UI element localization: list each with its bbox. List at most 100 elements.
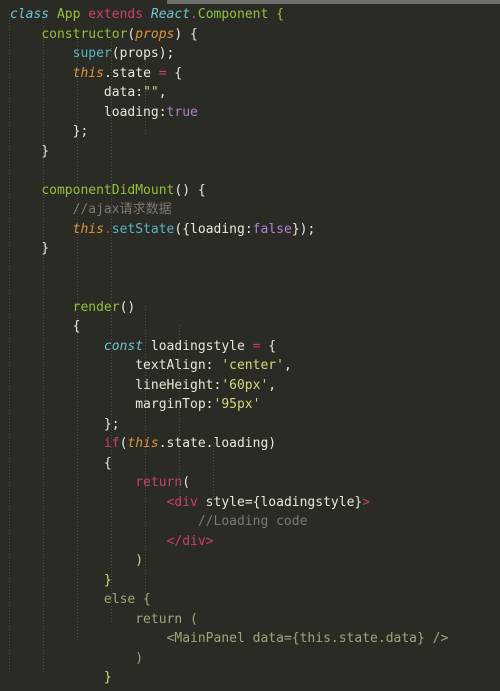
code-token: ) — [135, 650, 144, 666]
code-token: .state — [103, 65, 159, 81]
code-line[interactable]: constructor(props) { — [0, 25, 500, 45]
code-token: React — [150, 7, 191, 22]
code-token: "" — [143, 85, 159, 100]
code-token: ) { — [174, 26, 198, 42]
code-token: App — [56, 7, 81, 22]
code-content[interactable]: class App extends React.Component { cons… — [0, 5, 500, 691]
code-line[interactable]: marginTop:'95px' — [0, 395, 500, 415]
code-line[interactable]: } — [0, 688, 500, 691]
code-token: , — [158, 85, 167, 100]
code-token: loadingstyle — [143, 338, 253, 354]
code-line[interactable]: lineHeight:'60px', — [0, 376, 500, 396]
code-token: () { — [174, 182, 206, 198]
code-line[interactable]: }; — [0, 415, 500, 435]
code-token: setState — [111, 221, 175, 237]
code-token: } — [103, 572, 112, 588]
code-line[interactable]: } — [0, 239, 500, 259]
code-line[interactable]: loading:true — [0, 103, 500, 123]
code-line[interactable]: if(this.state.loading) — [0, 434, 500, 454]
code-token: //Loading code — [197, 514, 308, 529]
code-token: </div> — [166, 533, 214, 549]
code-editor[interactable]: class App extends React.Component { cons… — [0, 0, 500, 691]
code-line[interactable]: <div style={loadingstyle}> — [0, 493, 500, 513]
code-line[interactable]: { — [0, 454, 500, 474]
code-token: { — [166, 65, 183, 81]
code-line[interactable]: class App extends React.Component { — [0, 5, 500, 25]
code-token: '60px' — [221, 377, 269, 393]
code-token: this — [127, 436, 159, 451]
code-line[interactable]: //ajax请求数据 — [0, 200, 500, 220]
code-token: super — [72, 46, 112, 61]
code-token: } — [10, 241, 50, 256]
code-token: style={loadingstyle} — [197, 494, 363, 510]
code-line[interactable]: } — [0, 142, 500, 162]
code-token: '95px' — [213, 397, 261, 412]
code-token: .state.loading) — [158, 436, 277, 451]
code-token: true — [166, 104, 198, 120]
code-token: class — [10, 7, 50, 22]
code-line[interactable] — [0, 278, 500, 298]
code-line[interactable]: componentDidMount() { — [0, 181, 500, 201]
code-line[interactable] — [0, 161, 500, 181]
code-token: . — [190, 7, 198, 22]
code-token: { — [10, 455, 112, 471]
code-line[interactable]: else { — [0, 590, 500, 610]
code-token: ( — [182, 475, 191, 490]
code-line[interactable]: }; — [0, 122, 500, 142]
code-token: extends — [88, 7, 144, 22]
window-top-chrome — [167, 0, 500, 4]
code-line[interactable]: } — [0, 571, 500, 591]
code-line[interactable]: render() — [0, 298, 500, 318]
code-token: . — [103, 221, 112, 237]
code-line[interactable]: ) — [0, 551, 500, 571]
code-line[interactable]: textAlign: 'center', — [0, 356, 500, 376]
code-token: } — [103, 670, 112, 685]
code-token: { — [260, 338, 277, 354]
code-token: <MainPanel data={this.state.data} /> — [166, 631, 449, 646]
code-line[interactable]: return ( — [0, 610, 500, 630]
code-token: return ( — [135, 611, 198, 627]
code-line[interactable]: //Loading code — [0, 512, 500, 532]
code-line[interactable]: ) — [0, 649, 500, 669]
code-line[interactable]: this.setState({loading:false}); — [0, 220, 500, 240]
code-line[interactable]: return( — [0, 473, 500, 493]
code-token: const — [103, 338, 144, 354]
code-token: loading: — [10, 104, 167, 120]
code-token: this — [72, 65, 104, 81]
code-token: } — [10, 143, 50, 159]
code-token: <div — [166, 494, 198, 510]
code-line[interactable] — [0, 259, 500, 279]
code-line[interactable]: super(props); — [0, 44, 500, 64]
code-token: }); — [291, 221, 316, 237]
code-line[interactable]: this.state = { — [0, 64, 500, 84]
code-token: ({loading: — [174, 221, 253, 237]
code-line[interactable]: data:"", — [0, 83, 500, 103]
code-token: return — [135, 475, 183, 490]
code-line[interactable]: </div> — [0, 532, 500, 552]
code-token: { — [276, 7, 284, 22]
code-line[interactable]: <MainPanel data={this.state.data} /> — [0, 629, 500, 649]
code-token: ) — [135, 553, 144, 568]
code-line[interactable]: } — [0, 668, 500, 688]
code-token: lineHeight: — [10, 377, 222, 393]
code-token: else { — [103, 592, 151, 607]
code-line[interactable]: { — [0, 317, 500, 337]
code-line[interactable]: const loadingstyle = { — [0, 337, 500, 357]
